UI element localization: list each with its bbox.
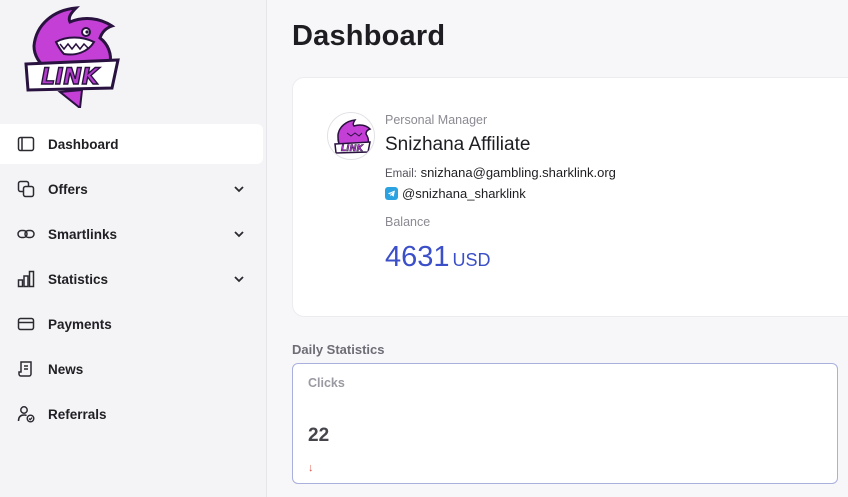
- daily-statistics-title: Daily Statistics: [292, 342, 385, 357]
- sidebar-item-label: Payments: [48, 316, 112, 332]
- personal-manager-card: LINK Personal Manager Snizhana Affiliate…: [292, 77, 848, 317]
- telegram-icon: [385, 187, 398, 200]
- sidebar-item-smartlinks[interactable]: Smartlinks: [0, 214, 263, 254]
- sidebar-item-referrals[interactable]: Referrals: [0, 394, 263, 434]
- manager-email: Email: snizhana@gambling.sharklink.org: [385, 165, 616, 180]
- clicks-value: 22: [308, 425, 330, 446]
- card-icon: [16, 314, 36, 334]
- main-content: Dashboard LINK Personal Manager Snizhana…: [267, 0, 848, 497]
- sidebar: LINK Dashboard Offers Smartlinks Statist…: [0, 0, 267, 497]
- manager-avatar: LINK: [327, 112, 375, 160]
- news-icon: [16, 359, 36, 379]
- balance-caption: Balance: [385, 215, 431, 229]
- sidebar-item-label: Smartlinks: [48, 226, 118, 242]
- bar-chart-icon: [16, 269, 36, 289]
- user-check-icon: [16, 404, 36, 424]
- balance-currency: USD: [452, 250, 491, 270]
- telegram-handle[interactable]: @snizhana_sharklink: [402, 186, 526, 201]
- sidebar-item-label: Referrals: [48, 406, 107, 422]
- email-label: Email:: [385, 168, 417, 180]
- sidebar-item-dashboard[interactable]: Dashboard: [0, 124, 263, 164]
- link-icon: [16, 224, 36, 244]
- manager-telegram[interactable]: @snizhana_sharklink: [385, 186, 526, 201]
- sidebar-item-payments[interactable]: Payments: [0, 304, 263, 344]
- balance-value: 4631 USD: [385, 241, 491, 274]
- offers-icon: [16, 179, 36, 199]
- chevron-down-icon[interactable]: [231, 226, 247, 242]
- sidebar-item-news[interactable]: News: [0, 349, 263, 389]
- sidebar-item-offers[interactable]: Offers: [0, 169, 263, 209]
- arrow-down-icon: ↓: [308, 462, 314, 474]
- sidebar-item-label: News: [48, 361, 84, 377]
- dashboard-icon: [16, 134, 36, 154]
- logo-text: LINK: [41, 65, 101, 90]
- page-title: Dashboard: [292, 20, 446, 52]
- sidebar-item-label: Statistics: [48, 271, 109, 287]
- clicks-stat-card[interactable]: Clicks 22 ↓: [292, 363, 838, 484]
- email-link[interactable]: snizhana@gambling.sharklink.org: [421, 165, 616, 180]
- chevron-down-icon[interactable]: [231, 271, 247, 287]
- manager-name: Snizhana Affiliate: [385, 134, 531, 155]
- sidebar-item-label: Offers: [48, 181, 88, 197]
- sidebar-item-label: Dashboard: [48, 136, 119, 152]
- balance-amount: 4631: [385, 241, 450, 273]
- manager-caption: Personal Manager: [385, 113, 488, 127]
- clicks-label: Clicks: [308, 376, 345, 390]
- sharklink-logo[interactable]: LINK: [20, 4, 124, 110]
- sidebar-nav: Dashboard Offers Smartlinks Statistics P…: [0, 124, 263, 439]
- avatar-logo-text: LINK: [341, 144, 365, 154]
- chevron-down-icon[interactable]: [231, 181, 247, 197]
- sidebar-item-statistics[interactable]: Statistics: [0, 259, 263, 299]
